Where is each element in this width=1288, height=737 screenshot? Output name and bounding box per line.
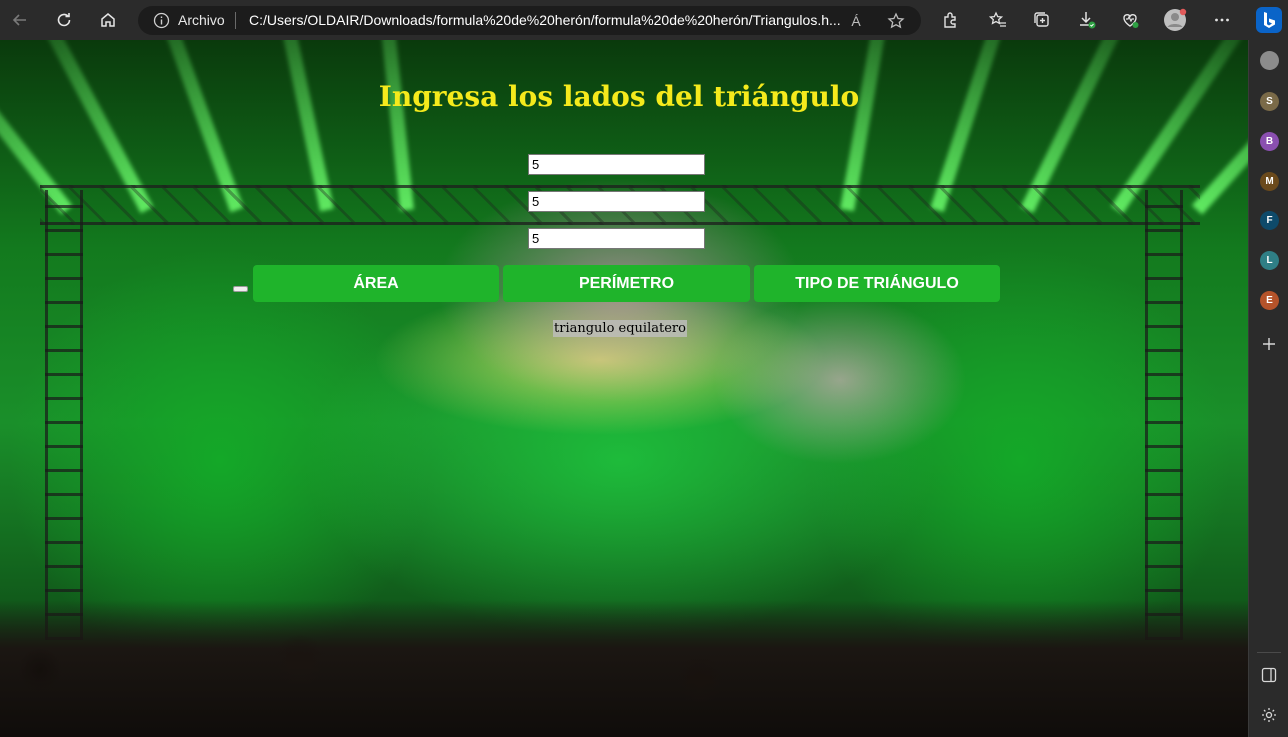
back-icon[interactable] bbox=[8, 8, 32, 32]
sidebar-app-m-letter: M bbox=[1265, 176, 1274, 187]
browser-toolbar: Archivo C:/Users/OLDAIR/Downloads/formul… bbox=[0, 0, 1288, 40]
empty-button[interactable] bbox=[233, 286, 248, 292]
sidebar-add-icon[interactable] bbox=[1258, 333, 1280, 355]
triangle-type-button[interactable]: TIPO DE TRIÁNGULO bbox=[754, 265, 1000, 302]
side-a-input[interactable] bbox=[528, 154, 705, 175]
favorite-star-icon[interactable] bbox=[886, 11, 906, 31]
url-text[interactable]: C:/Users/OLDAIR/Downloads/formula%20de%2… bbox=[249, 12, 849, 28]
browser-essentials-icon[interactable] bbox=[1118, 8, 1142, 32]
sidebar-search-icon[interactable] bbox=[1260, 51, 1279, 70]
downloads-icon[interactable] bbox=[1075, 8, 1099, 32]
sidebar-app-l[interactable]: L bbox=[1260, 251, 1279, 270]
address-prefix: Archivo bbox=[178, 12, 225, 28]
profile-avatar[interactable] bbox=[1163, 8, 1187, 32]
area-button[interactable]: ÁREA bbox=[253, 265, 499, 302]
sidebar-settings-icon[interactable] bbox=[1258, 704, 1280, 726]
favorites-icon[interactable] bbox=[986, 8, 1010, 32]
sidebar-app-b[interactable]: B bbox=[1260, 132, 1279, 151]
page-background: Ingresa los lados del triángulo ÁREA PER… bbox=[0, 40, 1248, 737]
sidebar-divider bbox=[1257, 652, 1281, 653]
sidebar-app-b-letter: B bbox=[1265, 136, 1274, 147]
sidebar-app-s[interactable]: S bbox=[1260, 92, 1279, 111]
extensions-icon[interactable] bbox=[938, 8, 962, 32]
collections-icon[interactable] bbox=[1030, 8, 1054, 32]
sidebar-app-s-letter: S bbox=[1266, 96, 1273, 107]
result-text: triangulo equilatero bbox=[553, 320, 687, 337]
edge-sidebar: S B M F L E bbox=[1248, 40, 1288, 737]
sidebar-panel-icon[interactable] bbox=[1258, 664, 1280, 686]
perimeter-button[interactable]: PERÍMETRO bbox=[503, 265, 750, 302]
page-title: Ingresa los lados del triángulo bbox=[378, 80, 860, 113]
stage-pillar-left bbox=[45, 190, 83, 640]
refresh-icon[interactable] bbox=[52, 8, 76, 32]
crowd-silhouette bbox=[0, 600, 1248, 737]
bing-copilot-icon[interactable] bbox=[1256, 7, 1282, 33]
stage-pillar-right bbox=[1145, 190, 1183, 640]
address-bar[interactable]: Archivo C:/Users/OLDAIR/Downloads/formul… bbox=[138, 6, 921, 35]
address-separator bbox=[235, 12, 236, 29]
side-c-input[interactable] bbox=[528, 228, 705, 249]
sidebar-app-m[interactable]: M bbox=[1260, 172, 1279, 191]
sidebar-app-e[interactable]: E bbox=[1260, 291, 1279, 310]
sidebar-app-f[interactable]: F bbox=[1260, 211, 1279, 230]
sidebar-app-e-letter: E bbox=[1266, 295, 1273, 306]
sidebar-app-f-letter: F bbox=[1266, 215, 1273, 226]
sidebar-app-l-letter: L bbox=[1266, 255, 1273, 266]
more-options-icon[interactable] bbox=[1210, 8, 1234, 32]
read-aloud-icon[interactable]: Á bbox=[846, 11, 866, 31]
home-icon[interactable] bbox=[96, 8, 120, 32]
info-icon[interactable] bbox=[153, 12, 170, 29]
side-b-input[interactable] bbox=[528, 191, 705, 212]
